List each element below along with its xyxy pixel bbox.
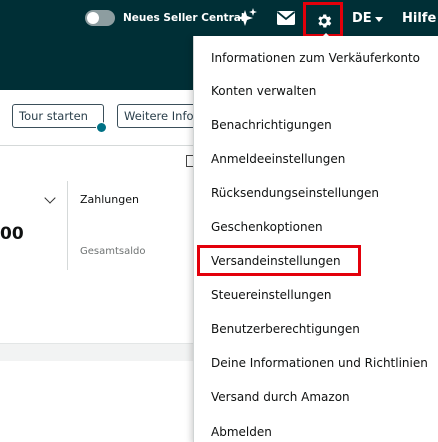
chevron-down-icon[interactable] [44,192,56,204]
total-balance-label: Gesamtsaldo [80,246,146,257]
menu-item-login-settings[interactable]: Anmeldeeinstellungen [211,152,345,166]
sales-amount: 00 [0,224,24,244]
sparkle-icon[interactable] [236,7,258,29]
toggle-knob [87,12,99,24]
payments-card-title: Zahlungen [80,193,139,206]
card-divider [67,181,68,270]
chevron-down-icon [375,17,383,22]
menu-item-manage-accounts[interactable]: Konten verwalten [211,84,316,98]
settings-gear-button[interactable] [303,2,343,38]
settings-dropdown-menu: Informationen zum Verkäuferkonto Konten … [193,36,438,442]
gear-icon [318,14,332,28]
menu-item-info-and-policies[interactable]: Deine Informationen und Richtlinien [211,356,428,370]
menu-item-sign-out[interactable]: Abmelden [211,425,272,439]
toggle-label: Neues Seller Central [123,12,245,24]
start-tour-button[interactable]: Tour starten [12,104,104,128]
menu-item-fulfillment-by-amazon[interactable]: Versand durch Amazon [211,390,350,404]
language-selector[interactable]: DE [352,11,372,26]
menu-item-gift-options[interactable]: Geschenkoptionen [211,220,323,234]
help-link[interactable]: Hilfe [402,11,436,26]
mail-icon[interactable] [276,10,296,26]
menu-item-user-permissions[interactable]: Benutzerberechtigungen [211,322,360,336]
top-header: Neues Seller Central DE Hilfe [0,0,438,38]
menu-item-return-settings[interactable]: Rücksendungseinstellungen [211,186,379,200]
section-background [0,343,200,361]
tour-indicator-dot [96,122,107,133]
divider [0,343,200,344]
menu-item-seller-account-info[interactable]: Informationen zum Verkäuferkonto [211,51,420,65]
new-seller-central-toggle[interactable] [85,10,115,26]
shipping-settings-highlight [197,245,361,276]
menu-item-notifications[interactable]: Benachrichtigungen [211,118,332,132]
menu-item-tax-settings[interactable]: Steuereinstellungen [211,288,332,302]
